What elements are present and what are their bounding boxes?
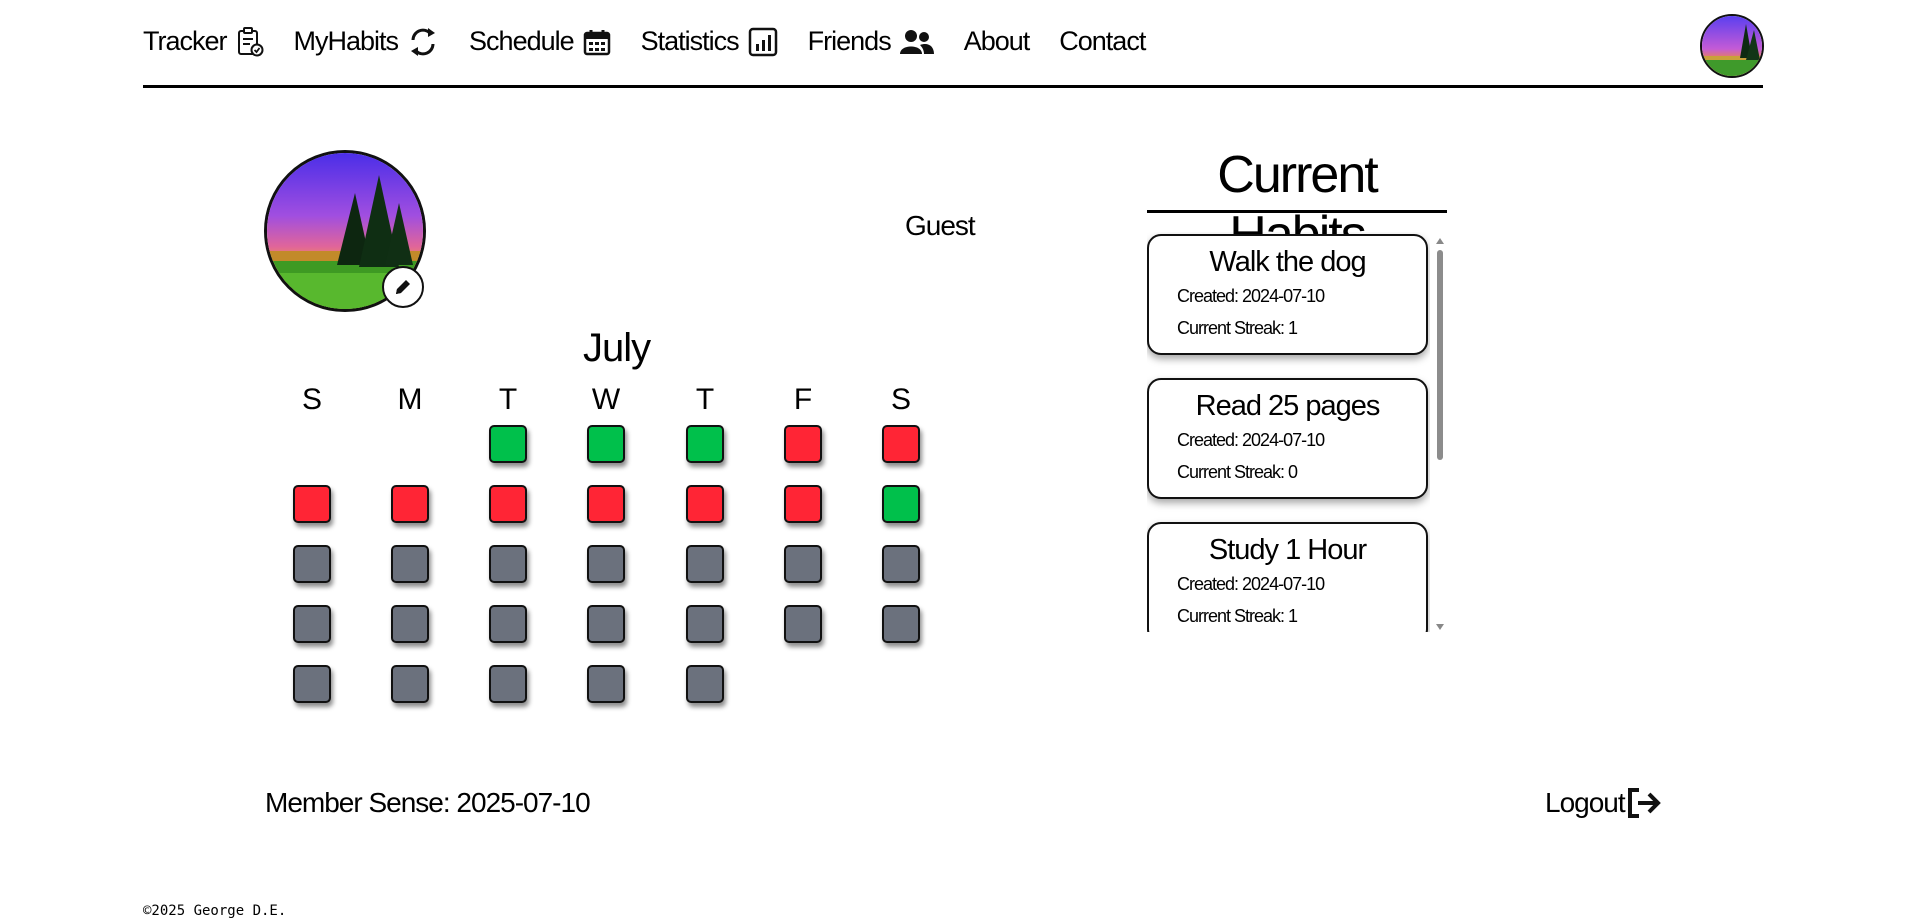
habit-name: Study 1 Hour	[1208, 534, 1367, 566]
nav-label-schedule: Schedule	[469, 26, 575, 56]
calendar-day-missed[interactable]	[686, 485, 724, 523]
calendar-day-future[interactable]	[882, 545, 920, 583]
logout-label: Logout	[1545, 787, 1626, 818]
username: Guest	[905, 210, 976, 241]
logout-button[interactable]: Logout	[1545, 787, 1663, 819]
habit-streak: Current Streak: 0	[1177, 462, 1298, 482]
nav-label-statistics: Statistics	[640, 26, 740, 56]
landscape-image	[1702, 16, 1762, 76]
calendar-day-future[interactable]	[489, 665, 527, 703]
habit-list[interactable]: Walk the dog Created: 2024-07-10 Current…	[1147, 232, 1430, 632]
member-since: Member Sense: 2025-07-10	[265, 787, 591, 818]
nav-divider	[143, 85, 1763, 88]
edit-profile-button[interactable]	[382, 266, 424, 308]
calendar-day-future[interactable]	[686, 605, 724, 643]
habit-name: Walk the dog	[1209, 246, 1366, 278]
calendar-day-missed[interactable]	[587, 485, 625, 523]
calendar-day-missed[interactable]	[293, 485, 331, 523]
habit-created: Created: 2024-07-10	[1177, 286, 1325, 306]
calendar-day-future[interactable]	[391, 605, 429, 643]
calendar-day-future[interactable]	[293, 545, 331, 583]
bar-chart-icon	[748, 27, 777, 56]
calendar-day-missed[interactable]	[882, 425, 920, 463]
refresh-icon	[411, 27, 436, 56]
habit-card[interactable]: Study 1 Hour Created: 2024-07-10 Current…	[1147, 522, 1428, 632]
calendar-day-future[interactable]	[686, 665, 724, 703]
calendar-icon	[583, 29, 610, 55]
nav-label-myhabits: MyHabits	[293, 26, 400, 56]
top-nav: Tracker MyHabits Schedule Statistics Fri…	[143, 14, 1764, 88]
clipboard-check-icon	[237, 26, 264, 56]
habit-streak: Current Streak: 1	[1177, 606, 1298, 626]
calendar-day-future[interactable]	[587, 545, 625, 583]
calendar-day-future[interactable]	[587, 665, 625, 703]
calendar-day-future[interactable]	[293, 605, 331, 643]
nav-item-statistics[interactable]: Statistics	[641, 26, 778, 57]
calendar-day-missed[interactable]	[489, 485, 527, 523]
habit-streak: Current Streak: 1	[1177, 318, 1298, 338]
users-icon	[899, 29, 934, 54]
habit-list-scrollbar[interactable]	[1435, 236, 1445, 632]
weekday-header: W	[591, 383, 621, 416]
calendar-day-done[interactable]	[489, 425, 527, 463]
habit-card[interactable]: Walk the dog Created: 2024-07-10 Current…	[1147, 234, 1428, 355]
nav-item-contact[interactable]: Contact	[1059, 26, 1146, 57]
nav-label-tracker: Tracker	[143, 26, 228, 56]
habit-card[interactable]: Read 25 pages Created: 2024-07-10 Curren…	[1147, 378, 1428, 499]
calendar-day-future[interactable]	[587, 605, 625, 643]
calendar-day-future[interactable]	[784, 605, 822, 643]
calendar-day-missed[interactable]	[784, 425, 822, 463]
calendar-month: July	[583, 326, 651, 370]
calendar-day-done[interactable]	[686, 425, 724, 463]
footer-copyright: ©2025 George D.E.	[143, 903, 287, 919]
habits-divider	[1147, 210, 1447, 213]
nav-item-about[interactable]: About	[963, 26, 1031, 57]
pencil-icon	[396, 280, 410, 294]
nav-list: Tracker MyHabits Schedule Statistics Fri…	[143, 26, 1146, 57]
nav-item-friends[interactable]: Friends	[808, 26, 934, 57]
calendar-day-future[interactable]	[391, 665, 429, 703]
calendar-day-missed[interactable]	[784, 485, 822, 523]
calendar-day-missed[interactable]	[391, 485, 429, 523]
weekday-header: S	[301, 383, 322, 416]
scroll-down-icon[interactable]	[1436, 624, 1444, 630]
habit-name: Read 25 pages	[1195, 390, 1381, 422]
calendar-day-future[interactable]	[882, 605, 920, 643]
weekday-header: M	[397, 383, 423, 416]
weekday-header: F	[793, 383, 813, 416]
weekday-header: T	[498, 383, 518, 416]
weekday-header: S	[890, 383, 911, 416]
nav-label-friends: Friends	[807, 26, 892, 56]
nav-label-contact: Contact	[1059, 26, 1146, 56]
calendar-day-done[interactable]	[882, 485, 920, 523]
nav-item-myhabits[interactable]: MyHabits	[294, 26, 440, 57]
calendar-day-future[interactable]	[784, 545, 822, 583]
calendar-day-done[interactable]	[587, 425, 625, 463]
nav-avatar[interactable]	[1700, 14, 1764, 78]
nav-item-tracker[interactable]: Tracker	[143, 26, 264, 57]
scroll-thumb[interactable]	[1437, 250, 1443, 460]
scroll-up-icon[interactable]	[1436, 238, 1444, 244]
calendar-day-future[interactable]	[489, 605, 527, 643]
logout-icon	[1627, 788, 1661, 818]
weekday-header: T	[695, 383, 715, 416]
calendar-day-future[interactable]	[391, 545, 429, 583]
calendar-day-future[interactable]	[293, 665, 331, 703]
calendar-day-future[interactable]	[489, 545, 527, 583]
nav-item-schedule[interactable]: Schedule	[469, 26, 611, 57]
calendar-day-future[interactable]	[686, 545, 724, 583]
habit-created: Created: 2024-07-10	[1177, 574, 1325, 594]
habit-created: Created: 2024-07-10	[1177, 430, 1325, 450]
nav-label-about: About	[963, 26, 1031, 56]
